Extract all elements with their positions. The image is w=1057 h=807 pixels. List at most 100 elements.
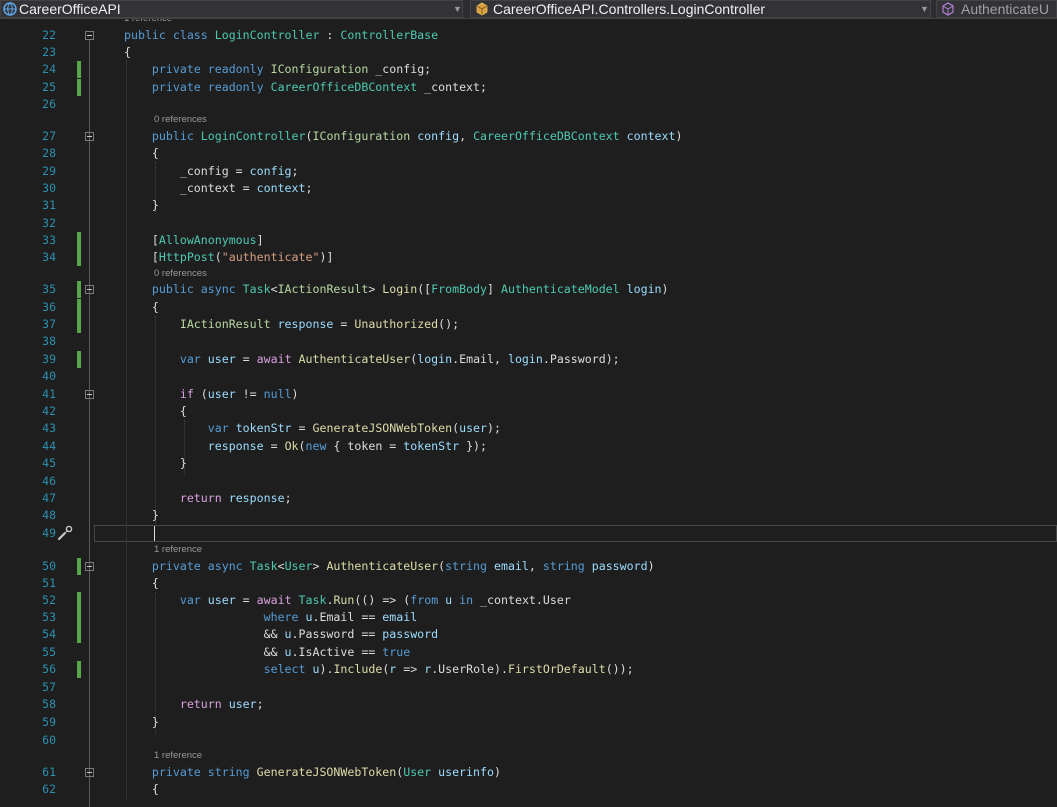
code-token: private readonly	[151, 62, 271, 76]
code-line[interactable]: 58 return user;	[0, 696, 1057, 713]
code-line[interactable]: 28 {	[0, 145, 1057, 162]
code-text[interactable]: var user = await AuthenticateUser(login.…	[124, 351, 620, 368]
code-text[interactable]: {	[124, 299, 159, 316]
code-text[interactable]: private readonly CareerOfficeDBContext _…	[124, 79, 487, 96]
codelens-references[interactable]: 0 references	[154, 267, 207, 281]
code-text[interactable]: IActionResult response = Unauthorized();	[124, 316, 459, 333]
code-line[interactable]: 60	[0, 732, 1057, 749]
codelens-references[interactable]: 1 reference	[124, 19, 172, 26]
code-line[interactable]: 29 _config = config;	[0, 163, 1057, 180]
collapse-icon[interactable]	[85, 132, 94, 141]
code-editor[interactable]: 1 reference 0 references 0 references 1 ref…	[0, 19, 1057, 807]
code-line[interactable]: 51 {	[0, 575, 1057, 592]
code-line[interactable]: 43 var tokenStr = GenerateJSONWebToken(u…	[0, 420, 1057, 437]
code-text[interactable]: [AllowAnonymous]	[124, 232, 264, 249]
code-line[interactable]: 41 if (user != null)	[0, 386, 1057, 403]
code-line[interactable]: 54 && u.Password == password	[0, 626, 1057, 643]
code-text[interactable]: _context = context;	[124, 180, 313, 197]
code-line[interactable]: 35 public async Task<IActionResult> Logi…	[0, 281, 1057, 298]
code-line[interactable]: 22 public class LoginController : Control…	[0, 27, 1057, 44]
code-text[interactable]: where u.Email == email	[124, 609, 418, 626]
code-line[interactable]: 46	[0, 473, 1057, 490]
codelens-references[interactable]: 0 references	[154, 113, 207, 127]
code-line[interactable]: 36 {	[0, 299, 1057, 316]
code-line[interactable]: 45 }	[0, 455, 1057, 472]
quick-actions-screwdriver-icon[interactable]	[57, 525, 73, 541]
code-text[interactable]: {	[124, 781, 159, 798]
code-line[interactable]: 31 }	[0, 197, 1057, 214]
code-line[interactable]: 56 select u).Include(r => r.UserRole).Fi…	[0, 661, 1057, 678]
code-token: context	[619, 129, 676, 143]
code-line[interactable]: 42 {	[0, 403, 1057, 420]
codelens-references[interactable]: 1 reference	[154, 749, 202, 763]
code-line[interactable]: 49	[0, 525, 1057, 542]
type-dropdown[interactable]: CareerOfficeAPI.Controllers.LoginControl…	[470, 0, 931, 18]
code-text[interactable]: {	[124, 403, 187, 420]
code-line[interactable]: 61 private string GenerateJSONWebToken(U…	[0, 764, 1057, 781]
codelens-references[interactable]: 1 reference	[154, 543, 202, 557]
code-line[interactable]: 23 {	[0, 44, 1057, 61]
code-text[interactable]: private string GenerateJSONWebToken(User…	[124, 764, 501, 781]
line-number: 56	[42, 662, 56, 676]
code-text[interactable]: }	[124, 197, 159, 214]
code-line[interactable]: 25 private readonly CareerOfficeDBContex…	[0, 79, 1057, 96]
code-token: );	[487, 421, 501, 435]
code-line[interactable]: 55 && u.IsActive == true	[0, 644, 1057, 661]
code-text[interactable]: }	[124, 714, 159, 731]
code-text[interactable]: private async Task<User> AuthenticateUse…	[124, 558, 655, 575]
code-line[interactable]: 57	[0, 679, 1057, 696]
code-line[interactable]: 32	[0, 215, 1057, 232]
code-text[interactable]: [HttpPost("authenticate")]	[124, 249, 334, 266]
code-text[interactable]: {	[124, 44, 131, 61]
code-text[interactable]: && u.IsActive == true	[124, 644, 411, 661]
code-text[interactable]: }	[124, 455, 187, 472]
line-number: 61	[42, 765, 56, 779]
line-number: 36	[42, 300, 56, 314]
member-dropdown[interactable]: AuthenticateU	[936, 0, 1057, 18]
collapse-icon[interactable]	[85, 768, 94, 777]
code-text[interactable]: public class LoginController : Controlle…	[124, 27, 438, 44]
code-line[interactable]: 53 where u.Email == email	[0, 609, 1057, 626]
code-text[interactable]: && u.Password == password	[124, 626, 439, 643]
code-text[interactable]: _config = config;	[124, 163, 299, 180]
code-line[interactable]: 37 IActionResult response = Unauthorized…	[0, 316, 1057, 333]
code-text[interactable]: public async Task<IActionResult> Login([…	[124, 281, 669, 298]
code-text[interactable]: }	[124, 507, 159, 524]
project-dropdown[interactable]: CareerOfficeAPI ▼	[0, 0, 463, 18]
code-line[interactable]: 40	[0, 368, 1057, 385]
code-token: &&	[124, 645, 285, 659]
code-text[interactable]: return user;	[124, 696, 264, 713]
code-text[interactable]: return response;	[124, 490, 292, 507]
code-line[interactable]: 59 }	[0, 714, 1057, 731]
code-text[interactable]: response = Ok(new { token = tokenStr });	[124, 438, 487, 455]
code-line[interactable]: 48 }	[0, 507, 1057, 524]
code-line[interactable]: 39 var user = await AuthenticateUser(log…	[0, 351, 1057, 368]
code-line[interactable]: 47 return response;	[0, 490, 1057, 507]
code-text[interactable]: {	[124, 145, 159, 162]
code-text[interactable]: if (user != null)	[124, 386, 299, 403]
code-line[interactable]: 50 private async Task<User> Authenticate…	[0, 558, 1057, 575]
collapse-icon[interactable]	[85, 285, 94, 294]
code-line[interactable]: 33 [AllowAnonymous]	[0, 232, 1057, 249]
collapse-icon[interactable]	[85, 562, 94, 571]
code-text[interactable]: select u).Include(r => r.UserRole).First…	[124, 661, 634, 678]
code-line[interactable]: 38	[0, 333, 1057, 350]
code-line[interactable]: 52 var user = await Task.Run(() => (from…	[0, 592, 1057, 609]
collapse-icon[interactable]	[85, 31, 94, 40]
code-text[interactable]: {	[124, 575, 159, 592]
code-line[interactable]: 24 private readonly IConfiguration _conf…	[0, 61, 1057, 78]
code-line[interactable]: 27 public LoginController(IConfiguration…	[0, 128, 1057, 145]
code-text[interactable]: var tokenStr = GenerateJSONWebToken(user…	[124, 420, 501, 437]
code-token: string	[445, 559, 488, 573]
code-line[interactable]: 34 [HttpPost("authenticate")]	[0, 249, 1057, 266]
code-line[interactable]: 62 {	[0, 781, 1057, 798]
code-line[interactable]: 30 _context = context;	[0, 180, 1057, 197]
code-text[interactable]: var user = await Task.Run(() => (from u …	[124, 592, 571, 609]
code-text[interactable]: public LoginController(IConfiguration co…	[124, 128, 683, 145]
code-text[interactable]: private readonly IConfiguration _config;	[124, 61, 431, 78]
code-token: =	[235, 352, 257, 366]
code-line[interactable]: 26	[0, 96, 1057, 113]
code-line[interactable]: 44 response = Ok(new { token = tokenStr …	[0, 438, 1057, 455]
collapse-icon[interactable]	[85, 390, 94, 399]
